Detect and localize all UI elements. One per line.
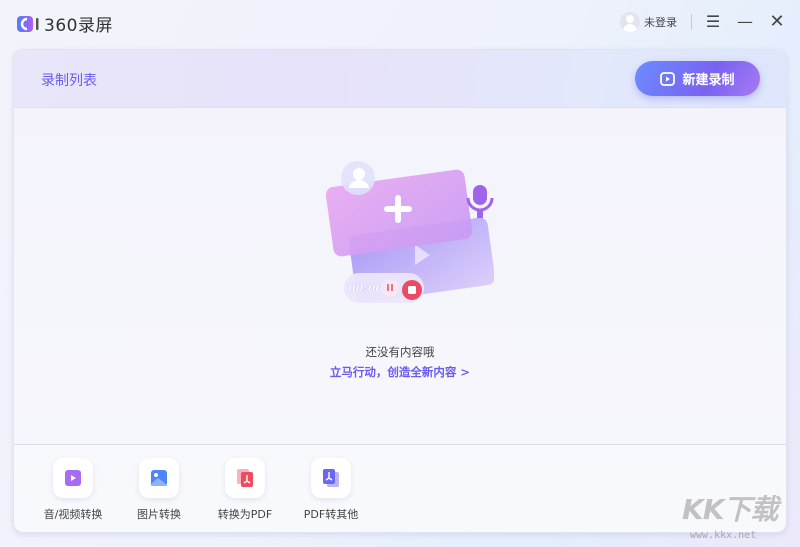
tool-image-convert[interactable]: 图片转换 [114,458,204,522]
app-title: 360录屏 [44,16,113,36]
empty-state: 00:00 还没有内容哦 立马行动，创造全新内容 > [14,108,786,445]
title-bar: 360录屏 未登录 ☰ — ✕ [0,0,800,44]
record-icon [660,71,676,86]
pdf-convert-icon [323,469,339,487]
empty-message: 还没有内容哦 [365,345,435,359]
avatar-icon [620,12,640,32]
panel-header: 录制列表 新建录制 [14,50,786,108]
tool-label: PDF转其他 [303,508,359,521]
app-logo-icon [17,15,39,32]
tool-label: 转换为PDF [217,508,273,521]
timer-text: 00:00 [348,282,383,295]
recording-list-panel: 录制列表 新建录制 00:00 还没有内容哦 立马行动，创造全新内容 > 音/视… [13,49,787,533]
watermark-url: www.kkx.net [690,530,757,541]
login-button[interactable]: 未登录 [620,12,677,32]
login-label: 未登录 [644,16,677,29]
panel-title: 录制列表 [41,73,97,89]
tool-label: 音/视频转换 [43,508,103,521]
image-convert-icon [151,470,167,486]
app-logo: 360录屏 [16,11,113,36]
empty-illustration: 00:00 [325,161,494,303]
tools-bar: 音/视频转换 图片转换 转换为PDF PDF转其他 [14,446,786,532]
to-pdf-icon [237,469,253,487]
tool-pdf-convert[interactable]: PDF转其他 [286,458,376,522]
tool-label: 图片转换 [137,508,181,521]
divider [691,14,692,30]
close-icon[interactable]: ✕ [767,12,787,32]
menu-icon[interactable]: ☰ [703,12,723,32]
video-convert-icon [65,470,81,486]
create-content-link[interactable]: 立马行动，创造全新内容 > [14,364,786,380]
minimize-icon[interactable]: — [735,12,755,32]
new-recording-label: 新建录制 [682,73,735,88]
new-recording-button[interactable]: 新建录制 [635,61,760,96]
tool-to-pdf[interactable]: 转换为PDF [200,458,290,522]
watermark: KK下载 [682,493,778,526]
tool-video-convert[interactable]: 音/视频转换 [28,458,118,522]
